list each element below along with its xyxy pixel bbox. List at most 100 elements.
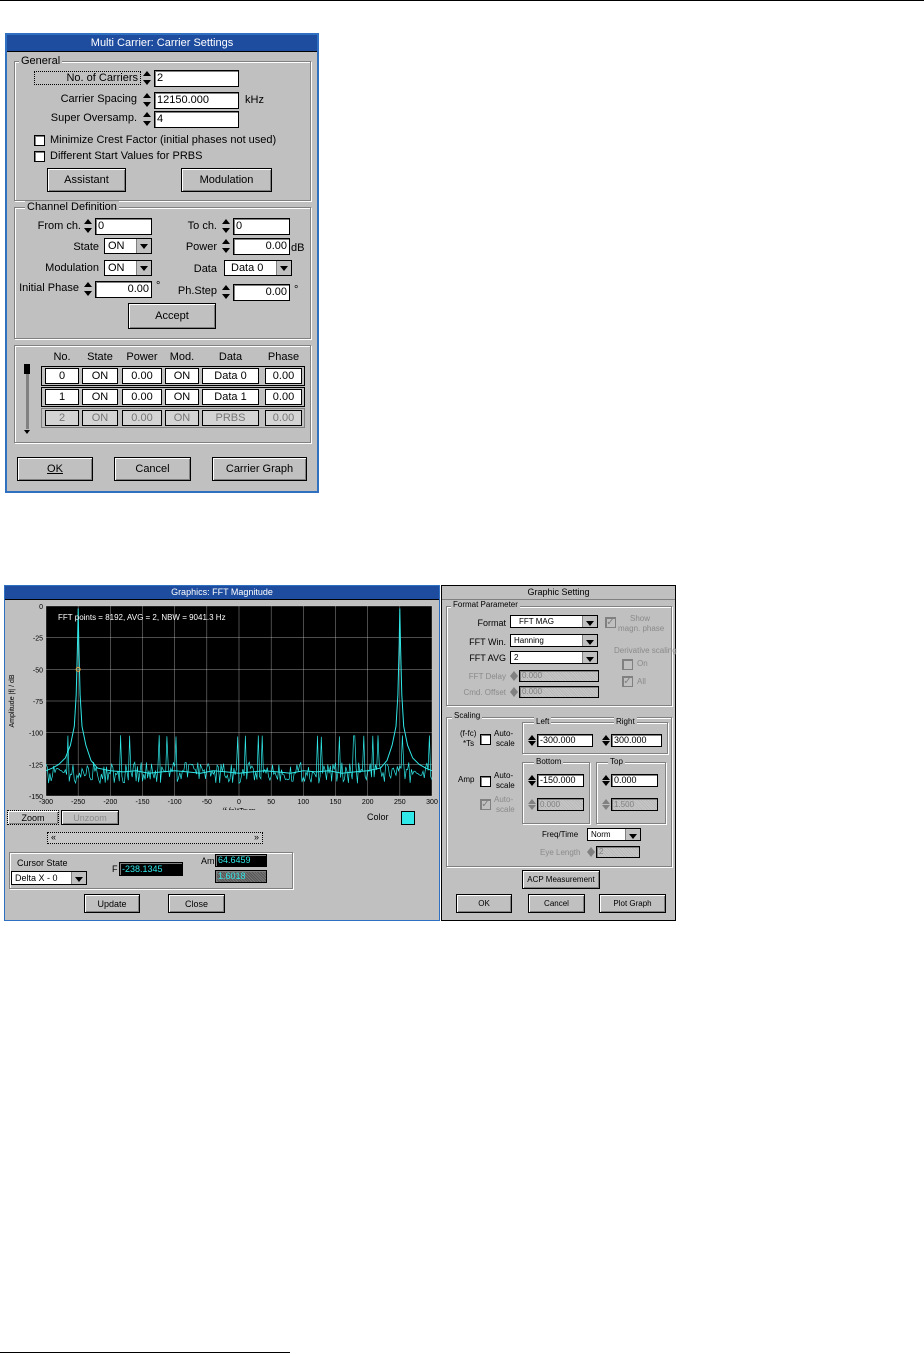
update-button[interactable]: Update — [84, 894, 140, 913]
table-cell[interactable]: 0.00 — [265, 410, 302, 426]
carriers-spin-icon[interactable] — [143, 70, 152, 86]
fts-label-2: *Ts — [463, 739, 475, 748]
x-autoscale-checkbox[interactable] — [480, 734, 491, 745]
ok-button[interactable]: OK — [17, 457, 93, 481]
fftavg-select-value: 2 — [514, 653, 519, 662]
power-input[interactable]: 0.00 — [233, 238, 290, 255]
fftdelay-spin-icon — [510, 670, 519, 682]
table-column-header: State — [87, 351, 113, 363]
state-select[interactable]: ON — [104, 238, 152, 254]
scroll-track[interactable] — [26, 374, 29, 429]
initial-phase-spin-icon[interactable] — [84, 281, 93, 297]
fftdelay-label: FFT Delay — [468, 672, 506, 681]
modulation-button[interactable]: Modulation — [181, 168, 272, 192]
amp2-autoscale-label: Auto- — [494, 795, 514, 804]
all-checkbox: ✓ — [622, 676, 633, 687]
close-button[interactable]: Close — [168, 894, 225, 913]
left-spin-icon[interactable] — [528, 734, 537, 747]
assistant-button[interactable]: Assistant — [47, 168, 126, 192]
fftavg-select[interactable]: 2 — [510, 651, 598, 664]
phstep-label: Ph.Step — [177, 285, 217, 297]
bottom2-spin-icon — [528, 798, 537, 811]
table-cell[interactable]: ON — [165, 368, 199, 384]
prbs-checkbox[interactable] — [34, 151, 45, 162]
oversamp-spin-icon[interactable] — [143, 111, 152, 127]
table-cell[interactable]: Data 1 — [202, 389, 259, 405]
scroll-left-icon[interactable]: « — [51, 832, 56, 842]
cmdoffset-label: Cmd. Offset — [463, 688, 506, 697]
to-ch-spin-icon[interactable] — [222, 218, 231, 234]
table-cell[interactable]: 2 — [45, 410, 79, 426]
horizontal-scrollbar[interactable]: « » — [47, 832, 263, 844]
top-input[interactable]: 0.000 — [611, 774, 658, 787]
bottom-input[interactable]: -150.000 — [537, 774, 584, 787]
zoom-button[interactable]: Zoom — [7, 810, 59, 825]
table-cell[interactable]: 0.00 — [122, 389, 162, 405]
cancel-button[interactable]: Cancel — [114, 457, 191, 481]
plot-graph-button[interactable]: Plot Graph — [599, 894, 666, 913]
table-cell[interactable]: 0.00 — [122, 368, 162, 384]
settings-cancel-button[interactable]: Cancel — [528, 894, 585, 913]
to-ch-input[interactable]: 0 — [233, 218, 290, 235]
all-label: All — [637, 677, 646, 686]
left-input[interactable]: -300.000 — [537, 734, 593, 747]
chevron-down-icon — [582, 616, 597, 627]
phstep-spin-icon[interactable] — [222, 284, 231, 300]
cursor-state-select[interactable]: Delta X - 0 — [11, 871, 87, 885]
amp-autoscale-checkbox[interactable] — [480, 776, 491, 787]
trace-color-swatch[interactable] — [401, 811, 415, 825]
table-cell[interactable]: ON — [82, 410, 118, 426]
format-select[interactable]: FFT MAG — [510, 615, 598, 628]
left-label: Left — [534, 717, 552, 726]
carrier-graph-button[interactable]: Carrier Graph — [212, 457, 307, 481]
phstep-unit: ° — [294, 284, 299, 296]
table-scrollbar[interactable] — [22, 360, 34, 435]
top-spin-icon[interactable] — [602, 774, 611, 787]
table-cell[interactable]: ON — [82, 389, 118, 405]
scroll-thumb[interactable] — [24, 364, 30, 374]
fftwin-select[interactable]: Hanning — [510, 634, 598, 647]
table-cell[interactable]: 1 — [45, 389, 79, 405]
phstep-input[interactable]: 0.00 — [233, 284, 290, 301]
right-input[interactable]: 300.000 — [611, 734, 662, 747]
right-spin-icon[interactable] — [602, 734, 611, 747]
eyelength-spin-icon — [587, 846, 596, 858]
unzoom-button: Unzoom — [61, 810, 119, 825]
x-axis-label: (f-fc)*Tsym — [222, 808, 256, 810]
power-spin-icon[interactable] — [222, 238, 231, 254]
table-cell[interactable]: PRBS — [202, 410, 259, 426]
table-cell[interactable]: ON — [165, 410, 199, 426]
acp-measurement-button[interactable]: ACP Measurement — [522, 870, 600, 889]
channel-group-label: Channel Definition — [25, 201, 119, 213]
fft-plot[interactable]: -300 -250 -200 -150 -100 -50 0 50 100 150 200 250 30… — [6, 600, 439, 810]
settings-ok-button[interactable]: OK — [456, 894, 512, 913]
modulation-select[interactable]: ON — [104, 260, 152, 276]
table-cell[interactable]: 0.00 — [265, 389, 302, 405]
accept-button[interactable]: Accept — [128, 303, 216, 329]
bottom-spin-icon[interactable] — [528, 774, 537, 787]
data-select[interactable]: Data 0 — [224, 260, 292, 276]
x-tick-label: 300 — [426, 799, 438, 806]
freqtime-select[interactable]: Norm — [587, 828, 641, 841]
table-cell[interactable]: Data 0 — [202, 368, 259, 384]
from-ch-spin-icon[interactable] — [84, 218, 93, 234]
table-cell[interactable]: 0 — [45, 368, 79, 384]
spacing-unit: kHz — [245, 94, 264, 106]
oversamp-input[interactable]: 4 — [154, 111, 239, 128]
scroll-right-icon[interactable]: » — [254, 832, 259, 842]
spacing-spin-icon[interactable] — [143, 92, 152, 108]
cursor-state-label: Cursor State — [17, 858, 68, 868]
am-label: Am — [201, 856, 215, 866]
carriers-input[interactable]: 2 — [154, 70, 239, 87]
bottom-group — [522, 762, 590, 824]
table-cell[interactable]: ON — [82, 368, 118, 384]
fftavg-label: FFT AVG — [469, 653, 506, 663]
spacing-input[interactable]: 12150.000 — [154, 92, 239, 109]
crest-checkbox[interactable] — [34, 135, 45, 146]
data-label: Data — [193, 263, 217, 275]
table-cell[interactable]: ON — [165, 389, 199, 405]
table-cell[interactable]: 0.00 — [265, 368, 302, 384]
from-ch-input[interactable]: 0 — [95, 218, 152, 235]
table-cell[interactable]: 0.00 — [122, 410, 162, 426]
initial-phase-input[interactable]: 0.00 — [95, 281, 152, 298]
